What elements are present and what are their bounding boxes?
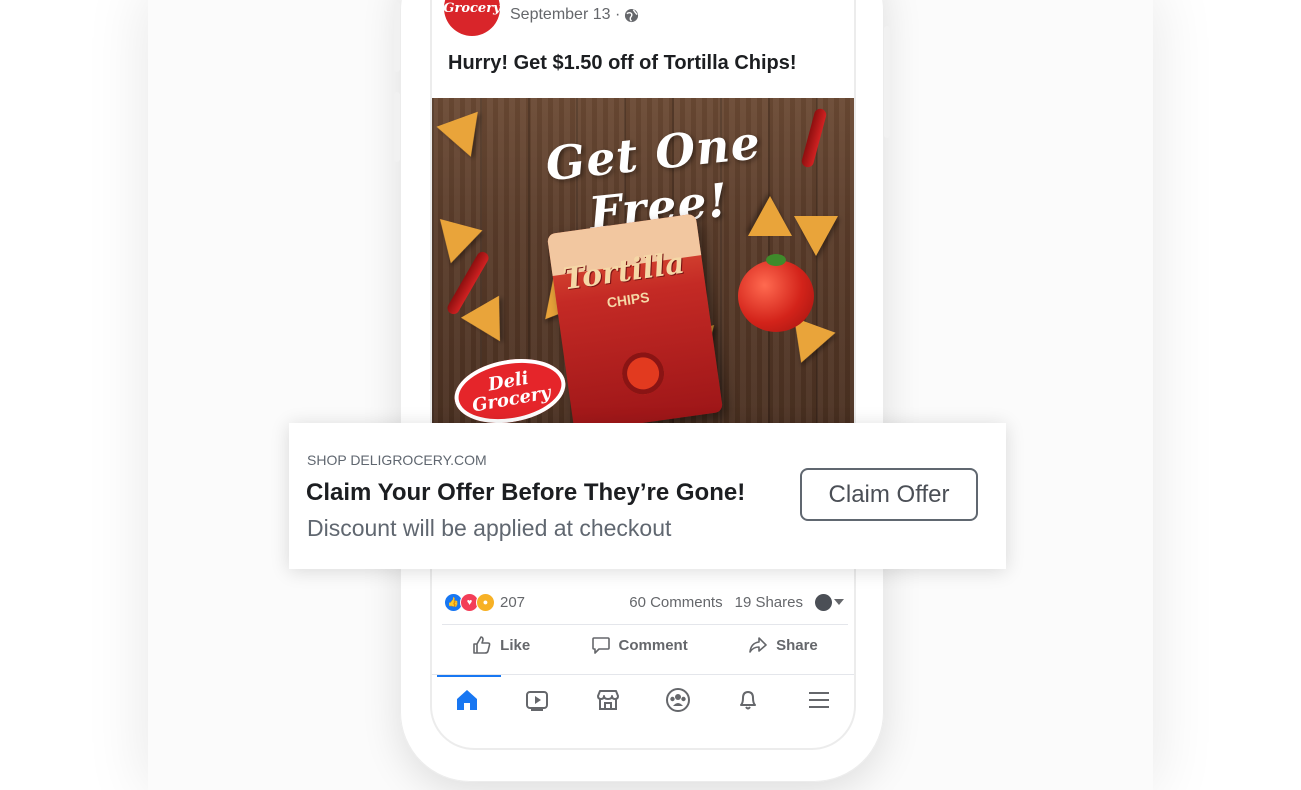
bell-icon: [740, 691, 757, 710]
home-icon: [457, 690, 478, 710]
tab-video[interactable]: [507, 676, 567, 724]
phone-side-button: [394, 2, 400, 72]
comment-icon: [591, 637, 610, 654]
chip-graphic: [748, 196, 792, 236]
post-date: September 13 ·: [510, 6, 639, 24]
like-button[interactable]: Like: [472, 635, 530, 655]
page-avatar[interactable]: Grocery: [443, 0, 501, 36]
ad-image[interactable]: Get One Free! Tortilla CHIPS Deli Grocer…: [432, 98, 854, 428]
offer-description: Discount will be applied at checkout: [307, 515, 672, 541]
post-date-text: September 13 ·: [510, 6, 621, 23]
chip-graphic: [794, 216, 838, 256]
post-header: Grocery September 13 ·: [443, 0, 639, 36]
bottom-tab-bar: [432, 674, 854, 725]
page-avatar-text: Grocery: [443, 0, 501, 16]
wow-reaction-icon: ●: [476, 592, 495, 612]
reactions-summary[interactable]: 👍 ♥ ● 207: [444, 592, 526, 612]
groups-icon: [666, 688, 691, 712]
phone-screen: Grocery September 13 · Hurry! Get $1.50 …: [430, 0, 856, 750]
comment-button[interactable]: Comment: [591, 635, 688, 655]
phone-side-button: [394, 92, 400, 162]
audience-selector[interactable]: [815, 593, 844, 611]
hamburger-menu-icon: [808, 692, 829, 708]
thumbs-up-icon: [473, 636, 491, 654]
tab-notifications[interactable]: [718, 676, 778, 724]
offer-card[interactable]: SHOP DELIGROCERY.COM Claim Your Offer Be…: [289, 423, 1006, 569]
avatar: [815, 593, 832, 611]
post-text: Hurry! Get $1.50 off of Tortilla Chips!: [448, 52, 797, 74]
shares-count[interactable]: 19 Shares: [735, 594, 803, 611]
comments-count[interactable]: 60 Comments: [629, 594, 722, 611]
reaction-count: 207: [500, 593, 526, 611]
tab-home[interactable]: [437, 675, 502, 724]
share-button[interactable]: Share: [748, 635, 818, 655]
share-icon: [749, 637, 767, 653]
marketplace-icon: [596, 690, 619, 710]
post-stats: 👍 ♥ ● 207 60 Comments 19 Shares: [444, 584, 844, 620]
like-label: Like: [500, 636, 531, 654]
comment-label: Comment: [618, 636, 688, 654]
offer-title: Claim Your Offer Before They’re Gone!: [306, 479, 746, 506]
salsa-bowl-graphic: [619, 349, 667, 398]
phone-side-button: [884, 26, 890, 138]
tab-groups[interactable]: [648, 676, 708, 724]
tomato-leaf-graphic: [766, 254, 786, 266]
tab-marketplace[interactable]: [578, 676, 638, 724]
share-label: Share: [776, 636, 818, 654]
claim-offer-button[interactable]: Claim Offer: [800, 468, 978, 521]
video-icon: [526, 691, 549, 711]
bag-sub-text: CHIPS: [605, 288, 651, 311]
chip-bag-graphic: Tortilla CHIPS: [546, 213, 724, 428]
tomato-graphic: [738, 260, 814, 332]
tab-menu[interactable]: [789, 676, 849, 724]
stats-right: 60 Comments 19 Shares: [629, 593, 844, 611]
post-actions: Like Comment Share: [442, 624, 848, 665]
globe-icon: [625, 8, 639, 22]
caret-down-icon: [834, 599, 844, 605]
offer-domain: SHOP DELIGROCERY.COM: [307, 452, 487, 468]
